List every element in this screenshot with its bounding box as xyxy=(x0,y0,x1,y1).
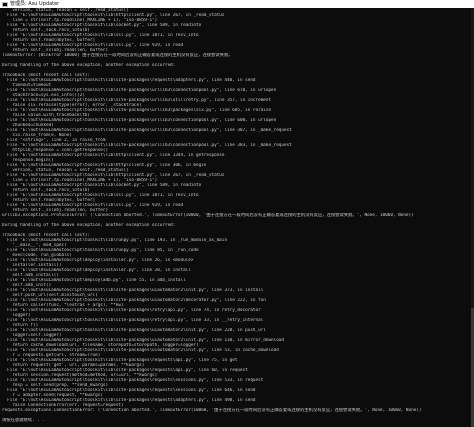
console-window: 管理员: Asu Updater version, status, reason… xyxy=(0,0,474,427)
window-title: 管理员: Asu Updater xyxy=(10,1,60,7)
console-line: urllib3.exceptions.ProtocolError: ('Conn… xyxy=(2,213,414,218)
title-bar[interactable]: 管理员: Asu Updater xyxy=(0,0,474,8)
console-line: 请按任意键继续. . . xyxy=(2,418,46,423)
console-output[interactable]: version, status, reason = self._read_sta… xyxy=(2,8,470,427)
console-line: requests.exceptions.ConnectionError: ('C… xyxy=(2,408,422,413)
console-icon xyxy=(2,1,8,7)
